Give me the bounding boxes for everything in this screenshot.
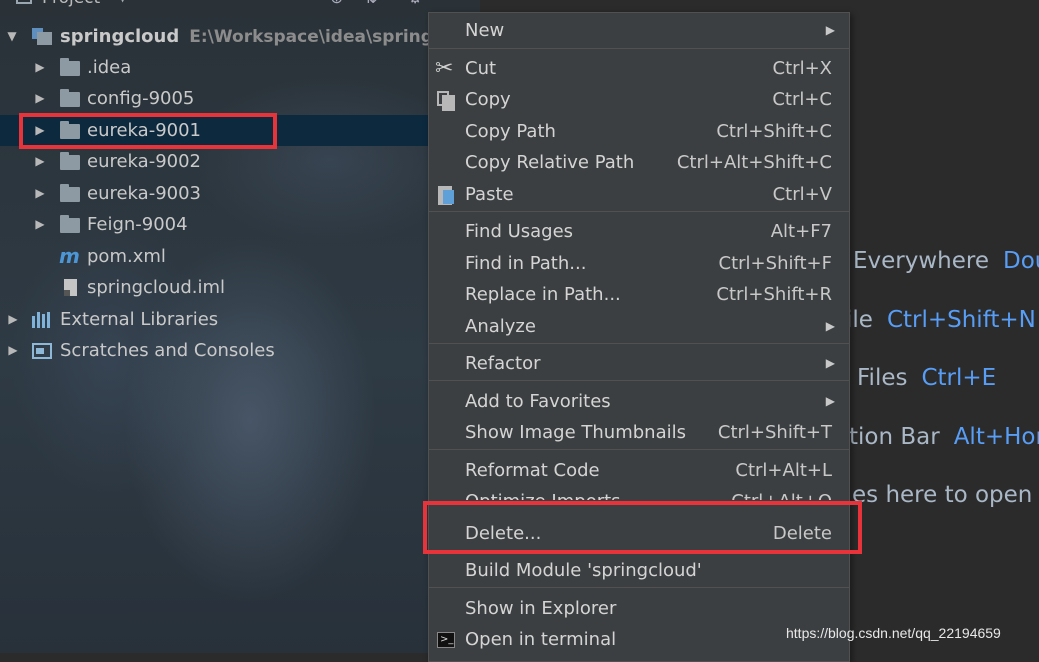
project-tool-window: Project ▼ ⊕ ⇅ ⚙ ▼ springcloudE:\Workspac… [0, 0, 480, 653]
chevron-right-icon[interactable]: ▶ [33, 83, 47, 114]
menu-item-copy-path[interactable]: Copy Path Ctrl+Shift+C [429, 116, 849, 147]
tree-item-eureka-9002[interactable]: ▶ eureka-9002 [0, 146, 480, 177]
iml-file-icon [64, 279, 77, 296]
tree-item-springcloud[interactable]: ▼ springcloud E:\Workspace\idea\springclo… [0, 21, 480, 52]
tree-item-label: config-9005 [87, 88, 195, 109]
menu-item-paste[interactable]: Paste Ctrl+V [429, 179, 849, 210]
tree-item-label: springcloud.iml [87, 277, 226, 298]
hint-recent-files: Files Ctrl+E [857, 365, 997, 391]
tree-item-external-libraries[interactable]: ▶ External Libraries [0, 304, 480, 335]
folder-icon [60, 121, 80, 139]
menu-item-refactor[interactable]: Refactor ▶ [429, 348, 849, 379]
watermark: https://blog.csdn.net/qq_22194659 [786, 625, 1001, 641]
menu-item-new[interactable]: New ▶ [429, 15, 849, 46]
collapse-icon[interactable]: ⇅ [364, 0, 377, 7]
tree-item-label: Scratches and Consoles [60, 340, 275, 361]
menu-separator [429, 587, 849, 588]
tree-item-label: eureka-9001 [87, 120, 202, 141]
hint-go-to-file: ile Ctrl+Shift+N [846, 307, 1036, 333]
locate-icon[interactable]: ⊕ [330, 0, 343, 7]
terminal-icon: >_ [435, 629, 457, 651]
tree-item-label: eureka-9003 [87, 183, 202, 204]
chevron-down-icon[interactable]: ▼ [118, 0, 127, 4]
folder-icon [60, 89, 80, 107]
chevron-right-icon[interactable]: ▶ [6, 335, 20, 366]
chevron-right-icon[interactable]: ▶ [33, 209, 47, 240]
menu-item-show-image-thumbnails[interactable]: Show Image Thumbnails Ctrl+Shift+T [429, 417, 849, 448]
menu-item-add-to-favorites[interactable]: Add to Favorites ▶ [429, 386, 849, 417]
chevron-right-icon[interactable]: ▶ [33, 178, 47, 209]
scratches-icon [32, 343, 52, 359]
project-view-icon [16, 0, 32, 4]
tree-item-scratches-and-consoles[interactable]: ▶ Scratches and Consoles [0, 335, 480, 366]
tree-item-eureka-9001[interactable]: ▶ eureka-9001 [0, 115, 480, 146]
chevron-right-icon[interactable]: ▶ [6, 304, 20, 335]
tree-item-label: External Libraries [60, 309, 219, 330]
tree-item-pom-xml[interactable]: m pom.xml [0, 241, 480, 272]
chevron-right-icon[interactable]: ▶ [33, 52, 47, 83]
menu-separator [429, 380, 849, 381]
menu-separator [429, 48, 849, 49]
copy-icon [435, 89, 457, 111]
menu-item-replace-in-path[interactable]: Replace in Path... Ctrl+Shift+R [429, 279, 849, 310]
module-icon [32, 28, 52, 45]
chevron-right-icon: ▶ [825, 319, 835, 333]
hint-drop-files: es here to open [852, 482, 1033, 508]
chevron-right-icon[interactable]: ▶ [33, 146, 47, 177]
tree-item-eureka-9003[interactable]: ▶ eureka-9003 [0, 178, 480, 209]
menu-item-analyze[interactable]: Analyze ▶ [429, 311, 849, 342]
chevron-down-icon[interactable]: ▼ [5, 21, 19, 52]
gear-icon[interactable]: ⚙ [408, 0, 422, 7]
menu-separator [429, 211, 849, 212]
menu-item-find-in-path[interactable]: Find in Path... Ctrl+Shift+F [429, 248, 849, 279]
project-panel-title[interactable]: Project [42, 0, 100, 8]
tree-item-config-9005[interactable]: ▶ config-9005 [0, 83, 480, 114]
paste-icon [435, 184, 457, 206]
tree-item-springcloud-iml[interactable]: springcloud.iml [0, 272, 480, 303]
tree-item-label: springcloud E:\Workspace\idea\springclou [60, 26, 473, 47]
menu-item-build-module[interactable]: Build Module 'springcloud' [429, 555, 849, 586]
project-panel-header: Project ▼ ⊕ ⇅ ⚙ [0, 0, 480, 12]
scissors-icon: ✂ [435, 56, 454, 81]
folder-icon [60, 58, 80, 76]
menu-separator [429, 343, 849, 344]
menu-item-delete[interactable]: Delete... Delete [429, 518, 849, 549]
hint-navigation-bar: tion Bar Alt+Hor [849, 424, 1039, 450]
menu-item-find-usages[interactable]: Find Usages Alt+F7 [429, 216, 849, 247]
hint-search-everywhere: EverywhereDou [853, 248, 1039, 274]
folder-icon [60, 215, 80, 233]
maven-icon: m [59, 244, 80, 268]
menu-item-optimize-imports[interactable]: Optimize Imports Ctrl+Alt+O [429, 486, 849, 500]
context-menu: New ▶ ✂ Cut Ctrl+X Copy Ctrl+C Copy Path… [428, 12, 850, 662]
tree-item-idea[interactable]: ▶ .idea [0, 52, 480, 83]
menu-item-copy[interactable]: Copy Ctrl+C [429, 84, 849, 115]
tree-item-label: Feign-9004 [87, 214, 188, 235]
chevron-right-icon: ▶ [825, 356, 835, 370]
libraries-icon [32, 312, 52, 328]
menu-item-cut[interactable]: ✂ Cut Ctrl+X [429, 53, 849, 84]
tree-item-label: .idea [87, 57, 132, 78]
folder-icon [60, 184, 80, 202]
menu-item-show-in-explorer[interactable]: Show in Explorer [429, 593, 849, 624]
tree-item-label: pom.xml [87, 246, 166, 267]
chevron-right-icon[interactable]: ▶ [33, 115, 47, 146]
tree-item-label: eureka-9002 [87, 151, 202, 172]
menu-item-reformat-code[interactable]: Reformat Code Ctrl+Alt+L [429, 455, 849, 486]
chevron-right-icon: ▶ [825, 394, 835, 408]
menu-separator [429, 449, 849, 450]
folder-icon [60, 152, 80, 170]
tree-item-feign-9004[interactable]: ▶ Feign-9004 [0, 209, 480, 240]
menu-item-copy-relative-path[interactable]: Copy Relative Path Ctrl+Alt+Shift+C [429, 147, 849, 178]
chevron-right-icon: ▶ [825, 23, 835, 37]
